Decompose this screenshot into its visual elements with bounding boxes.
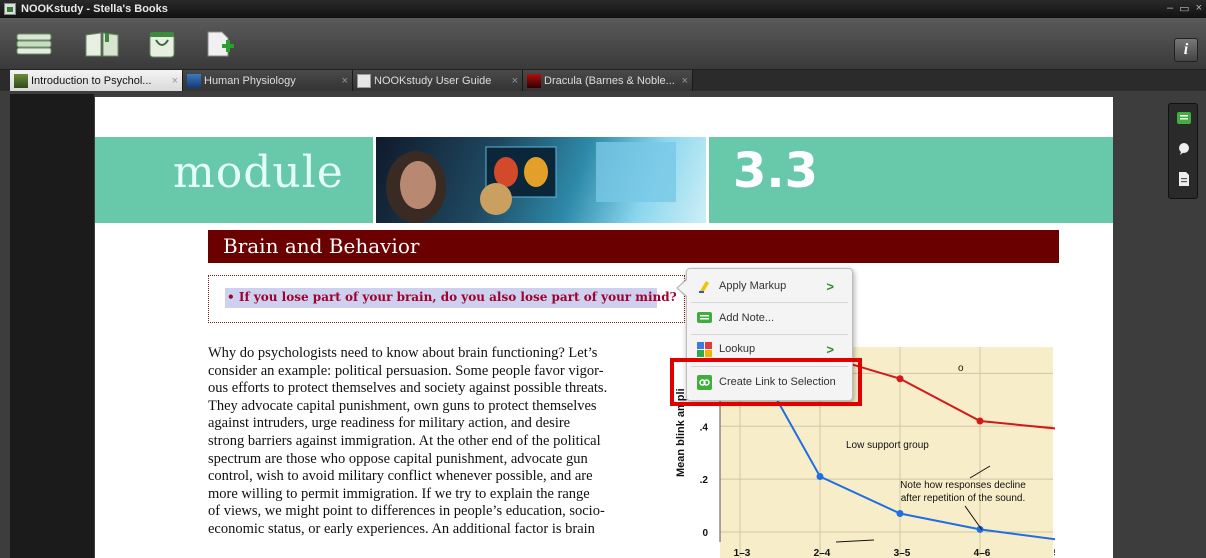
- menu-item-label: Add Note...: [719, 312, 775, 324]
- minimize-button[interactable]: –: [1167, 2, 1173, 15]
- menu-separator: [691, 334, 848, 335]
- document-icon[interactable]: [1177, 172, 1191, 186]
- highlight-box: [670, 358, 862, 406]
- book-page: module 3.3 Brain and Behavior • If you l…: [95, 97, 1113, 558]
- menu-pointer-fill: [678, 279, 688, 297]
- tab-label: Dracula (Barnes & Noble...: [544, 74, 675, 87]
- tab-close-icon[interactable]: ×: [682, 75, 688, 87]
- submenu-chevron-icon: >: [826, 278, 834, 294]
- body-line: consider an example: political persuasio…: [208, 362, 604, 379]
- menu-item-label: Apply Markup: [719, 280, 787, 292]
- body-line: economic status, or early experiences. A…: [208, 520, 595, 537]
- note-icon: [697, 311, 712, 323]
- main-toolbar: i: [0, 18, 1206, 70]
- window-title: NOOKstudy - Stella's Books: [21, 3, 168, 15]
- tab-close-icon[interactable]: ×: [342, 75, 348, 87]
- tab-dracula[interactable]: Dracula (Barnes & Noble... ×: [523, 70, 693, 91]
- module-word: module: [173, 147, 344, 198]
- app-icon: [4, 3, 16, 15]
- annotation-note-line-1: Note how responses decline: [900, 480, 1026, 491]
- shop-button[interactable]: [142, 26, 182, 62]
- open-book-icon: [85, 32, 119, 57]
- body-line: ous efforts to protect themselves and so…: [208, 380, 608, 397]
- add-document-icon: [207, 31, 234, 57]
- module-number: 3.3: [733, 143, 819, 199]
- menu-item-add-note[interactable]: Add Note...: [687, 305, 852, 331]
- maximize-button[interactable]: ▭: [1179, 2, 1189, 15]
- menu-item-apply-markup[interactable]: Apply Markup >: [687, 273, 852, 299]
- library-icon: [16, 33, 52, 55]
- y-tick-label: 0: [702, 528, 708, 539]
- x-tick-label: 3–5: [894, 548, 911, 558]
- tab-label: Human Physiology: [204, 74, 296, 87]
- google-icon: [697, 341, 712, 357]
- body-line: strong barriers against immigration. At …: [208, 432, 601, 449]
- data-point: [896, 375, 904, 383]
- tab-close-icon[interactable]: ×: [172, 75, 178, 87]
- menu-separator: [691, 302, 848, 303]
- tab-introduction-to-psychology[interactable]: Introduction to Psychol... ×: [10, 70, 183, 91]
- library-button[interactable]: [14, 26, 54, 62]
- book-cover-thumbnail: [187, 73, 201, 88]
- body-line: against intruders, urge readiness for mi…: [208, 415, 571, 432]
- title-bar: NOOKstudy - Stella's Books – ▭ ×: [0, 0, 1206, 18]
- x-tick-label: 4–6: [974, 548, 991, 558]
- brain-scan-photo: [386, 142, 676, 223]
- x-tick-label: 5–7: [1054, 548, 1055, 558]
- menu-item-label: Lookup: [719, 343, 756, 355]
- guiding-question[interactable]: • If you lose part of your brain, do you…: [227, 290, 677, 304]
- add-document-button[interactable]: [200, 26, 240, 62]
- annotation-partial-label: o: [958, 363, 964, 374]
- body-line: control, wish to avoid military conflict…: [208, 468, 593, 485]
- tab-label: NOOKstudy User Guide: [374, 74, 492, 87]
- tab-close-icon[interactable]: ×: [512, 75, 518, 87]
- annotation-panel: [1168, 103, 1198, 199]
- close-window-button[interactable]: ×: [1196, 2, 1202, 15]
- body-line: Why do psychologists need to know about …: [208, 345, 598, 361]
- highlighter-icon: [699, 280, 709, 293]
- module-photo: [373, 137, 709, 223]
- body-line: of views, we might point to differences …: [208, 503, 605, 520]
- reader-button[interactable]: [82, 26, 122, 62]
- left-gutter: [10, 94, 94, 558]
- body-line: more willing to permit immigration. If w…: [208, 485, 590, 502]
- book-cover-thumbnail: [527, 73, 541, 88]
- y-tick-label: .2: [700, 475, 709, 486]
- y-tick-label: .4: [700, 422, 709, 433]
- x-tick-label: 1–3: [734, 548, 751, 558]
- comment-bubble-icon[interactable]: [1177, 142, 1191, 156]
- book-tabs: Introduction to Psychol... × Human Physi…: [0, 70, 1206, 91]
- book-cover-thumbnail: [357, 73, 371, 88]
- data-point: [976, 417, 984, 425]
- info-button[interactable]: i: [1174, 38, 1198, 62]
- body-line: spectrum are those who oppose capital pu…: [208, 450, 588, 467]
- window-controls: – ▭ ×: [1167, 2, 1202, 15]
- shopping-bag-icon: [149, 32, 175, 58]
- body-line: They advocate capital punishment, own gu…: [208, 397, 597, 414]
- submenu-chevron-icon: >: [826, 341, 834, 357]
- nookstudy-window: NOOKstudy - Stella's Books – ▭ × i Intro…: [0, 0, 1206, 558]
- section-title: Brain and Behavior: [223, 234, 420, 258]
- notes-list-icon[interactable]: [1177, 112, 1191, 126]
- annotation-low-support: Low support group: [846, 440, 929, 451]
- body-paragraph[interactable]: Why do psychologists need to know about …: [208, 345, 673, 539]
- annotation-note-line-2: after repetition of the sound.: [901, 493, 1026, 504]
- data-point: [896, 510, 904, 517]
- data-point: [816, 473, 824, 480]
- tab-label: Introduction to Psychol...: [31, 74, 152, 87]
- book-cover-thumbnail: [14, 73, 28, 88]
- x-tick-label: 2–4: [814, 548, 831, 558]
- tab-human-physiology[interactable]: Human Physiology ×: [183, 70, 353, 91]
- tab-nookstudy-user-guide[interactable]: NOOKstudy User Guide ×: [353, 70, 523, 91]
